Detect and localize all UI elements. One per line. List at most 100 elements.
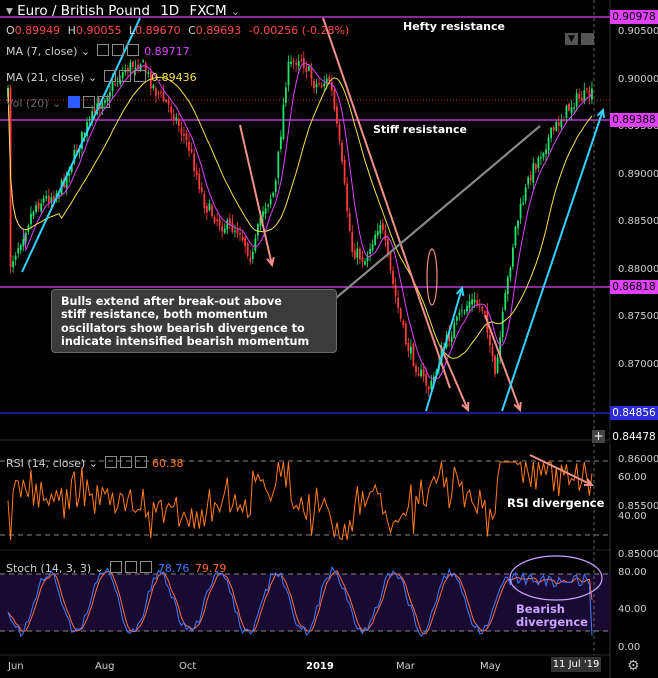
candle-body xyxy=(458,312,461,316)
close-icon[interactable] xyxy=(134,456,147,468)
interval[interactable]: 1D xyxy=(160,3,179,19)
candle-body xyxy=(40,203,43,212)
candle-body xyxy=(509,267,512,278)
candle-body xyxy=(165,99,167,102)
candle-body xyxy=(313,80,315,89)
ma21-legend[interactable]: MA (21, close) ⌄ 0.89436 xyxy=(6,70,197,84)
candle-body xyxy=(167,99,170,105)
candle-body xyxy=(514,226,517,246)
collapse-icon[interactable]: ▾ xyxy=(6,3,13,19)
chevron-down-icon[interactable]: ⌄ xyxy=(95,562,104,575)
candle-body xyxy=(22,239,25,247)
chevron-down-icon[interactable]: ⌄ xyxy=(89,457,98,470)
candle-body xyxy=(203,193,206,209)
candle-body xyxy=(461,309,463,311)
candle-body xyxy=(563,119,565,121)
ma7-value: 0.89717 xyxy=(144,45,190,58)
close-icon[interactable] xyxy=(133,70,146,82)
candle-body xyxy=(453,323,456,338)
close-icon[interactable] xyxy=(140,561,153,573)
symbol-legend: ▾ Euro / British Pound 1D FXCM ⌄ xyxy=(6,3,240,19)
candle-body xyxy=(53,196,55,200)
candle-body xyxy=(585,88,588,90)
candle-body xyxy=(550,127,553,138)
gear-icon[interactable] xyxy=(82,96,95,108)
crosshair-plus-icon[interactable]: + xyxy=(592,430,605,443)
chevron-down-icon[interactable]: ⌄ xyxy=(88,71,97,84)
candle-body xyxy=(177,118,180,127)
candle-body xyxy=(308,66,310,71)
candle-body xyxy=(272,192,275,197)
candle-body xyxy=(374,234,377,245)
candle-body xyxy=(318,83,320,85)
candle-body xyxy=(389,252,392,270)
candle-body xyxy=(285,87,287,103)
candle-body xyxy=(417,373,420,376)
candle-body xyxy=(381,223,384,231)
chevron-down-icon[interactable]: ⌄ xyxy=(81,45,90,58)
chart-window: ▾ Euro / British Pound 1D FXCM ⌄ O0.8994… xyxy=(0,0,658,678)
candle-body xyxy=(320,85,323,87)
collapse-pane-button[interactable]: ▼ xyxy=(565,33,578,45)
candle-body xyxy=(517,220,519,228)
uptrend-arrow xyxy=(425,287,463,412)
gear-icon[interactable] xyxy=(125,561,138,573)
candle-body xyxy=(32,211,35,216)
candle-body xyxy=(519,203,522,219)
ma7-legend[interactable]: MA (7, close) ⌄ 0.89717 xyxy=(6,44,190,58)
eye-icon[interactable] xyxy=(67,96,80,108)
candle-body xyxy=(45,195,48,199)
candle-body xyxy=(208,203,211,211)
candle-body xyxy=(463,311,466,313)
rsi-legend[interactable]: RSI (14, close) ⌄ 60.38 xyxy=(6,456,184,470)
candle-body xyxy=(88,118,91,121)
candle-body xyxy=(231,222,234,233)
candle-body xyxy=(290,61,292,64)
volume-legend[interactable]: Vol (20) ⌄ xyxy=(6,96,110,110)
candle-body xyxy=(580,97,583,101)
price-axis[interactable]: 0.905000.900000.895000.890000.885000.880… xyxy=(610,0,658,678)
candle-body xyxy=(473,299,476,303)
rsi-divergence-label: RSI divergence xyxy=(507,496,605,510)
candle-body xyxy=(37,202,40,209)
price-axis-label: 0.90500 xyxy=(618,26,658,37)
gear-icon[interactable] xyxy=(118,70,131,82)
candle-body xyxy=(364,261,366,265)
price-axis-label: 0.86000 xyxy=(618,453,658,465)
candle-body xyxy=(297,60,300,67)
candle-body xyxy=(223,228,226,233)
price-tag: 0.86818 xyxy=(610,280,658,294)
callout-line: Bulls extend after break-out above xyxy=(61,295,282,308)
eye-icon[interactable] xyxy=(104,456,117,468)
candle-body xyxy=(534,164,537,170)
eye-icon[interactable] xyxy=(103,70,116,82)
stoch-legend[interactable]: Stoch (14, 3, 3) ⌄ 78.76 79.79 xyxy=(6,561,226,575)
candle-body xyxy=(254,238,257,251)
current-date-label: 11 Jul '19 xyxy=(551,657,601,672)
candle-body xyxy=(537,157,540,169)
eye-icon[interactable] xyxy=(110,561,123,573)
candle-body xyxy=(218,218,221,226)
settings-gear-icon[interactable]: ⚙ xyxy=(627,658,640,674)
candle-body xyxy=(282,104,285,140)
candle-body xyxy=(522,202,524,205)
candle-body xyxy=(216,219,218,222)
candle-body xyxy=(425,374,428,386)
symbol-name[interactable]: Euro / British Pound xyxy=(17,3,150,19)
candle-body xyxy=(315,83,318,88)
eye-icon[interactable] xyxy=(96,44,109,56)
candle-body xyxy=(193,153,196,172)
analysis-callout[interactable]: Bulls extend after break-out above stiff… xyxy=(51,289,337,353)
candle-body xyxy=(295,62,298,65)
price-tag: 0.84478 xyxy=(610,430,658,444)
gear-icon[interactable] xyxy=(111,44,124,56)
candle-body xyxy=(348,213,351,231)
minimize-icon[interactable] xyxy=(581,33,594,45)
candle-body xyxy=(300,59,303,61)
close-icon[interactable] xyxy=(126,44,139,56)
close-icon[interactable] xyxy=(97,96,110,108)
gear-icon[interactable] xyxy=(119,456,132,468)
chevron-down-icon[interactable]: ⌄ xyxy=(231,5,240,18)
candle-body xyxy=(228,218,231,224)
chevron-down-icon[interactable]: ⌄ xyxy=(52,97,61,110)
